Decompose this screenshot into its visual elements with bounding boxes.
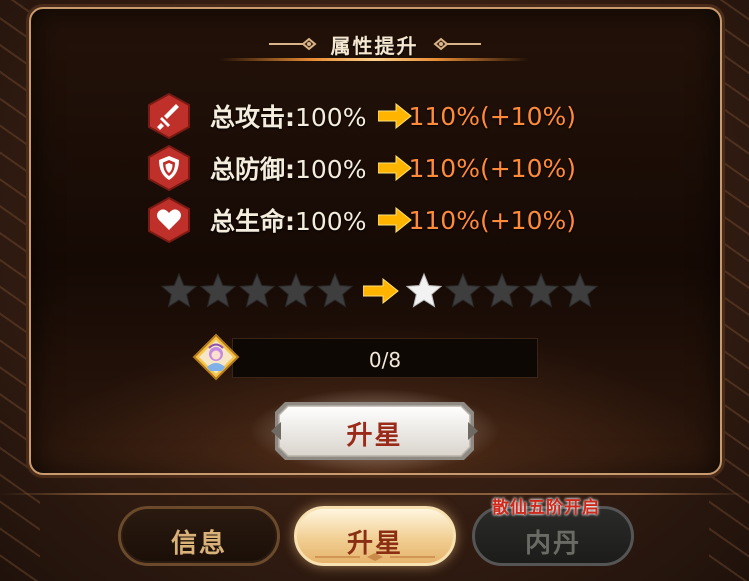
tab-inner-core-label: 内丹 <box>524 529 581 559</box>
stat-attack-next: 110%(+10%) <box>408 101 576 131</box>
stat-health-next: 110%(+10%) <box>408 205 576 235</box>
stat-defense-label: 总防御: <box>210 155 295 184</box>
title-ornament-right-icon <box>432 35 483 53</box>
star-empty-icon <box>238 272 276 310</box>
stat-attack-current: 100% <box>295 103 367 132</box>
sword-icon <box>148 92 190 140</box>
shard-progress-text: 0/8 <box>368 348 402 372</box>
tab-info-label: 信息 <box>170 529 227 559</box>
upgrade-star-button[interactable]: 升星 <box>271 398 478 464</box>
panel-title: 属性提升 <box>330 33 419 58</box>
star-empty-icon <box>561 272 599 310</box>
stat-row-defense: 总防御:100% 110%(+10%) <box>148 144 576 192</box>
stat-health-label: 总生命: <box>210 207 295 236</box>
star-empty-icon <box>444 272 482 310</box>
star-empty-icon <box>316 272 354 310</box>
star-filled-icon <box>405 272 443 310</box>
stat-row-attack: 总攻击:100% 110%(+10%) <box>148 92 576 140</box>
stat-health-current: 100% <box>295 207 367 236</box>
character-shard-icon[interactable] <box>192 333 240 381</box>
star-empty-icon <box>522 272 560 310</box>
shield-icon <box>148 144 190 192</box>
star-empty-icon <box>160 272 198 310</box>
heart-icon <box>148 196 190 244</box>
star-empty-icon <box>483 272 521 310</box>
tab-inner-core-unlock-note: 散仙五阶开启 <box>492 498 600 518</box>
shard-progress-bar: 0/8 <box>232 338 538 378</box>
stat-row-health: 总生命:100% 110%(+10%) <box>148 196 576 244</box>
upgrade-star-button-label: 升星 <box>346 421 403 451</box>
title-ornament-left-icon <box>267 35 317 53</box>
star-empty-icon <box>277 272 315 310</box>
arrow-right-icon <box>362 277 399 305</box>
star-rating <box>160 270 600 312</box>
tab-upgrade-star[interactable]: 升星 <box>294 506 456 566</box>
tab-info[interactable]: 信息 <box>118 506 280 566</box>
tab-bar-divider <box>0 493 749 495</box>
stat-attack-label: 总攻击: <box>210 103 295 132</box>
tab-ornament-icon <box>315 547 435 561</box>
stat-defense-next: 110%(+10%) <box>408 153 576 183</box>
stat-defense-current: 100% <box>295 155 367 184</box>
star-empty-icon <box>199 272 237 310</box>
title-underline <box>220 58 529 61</box>
